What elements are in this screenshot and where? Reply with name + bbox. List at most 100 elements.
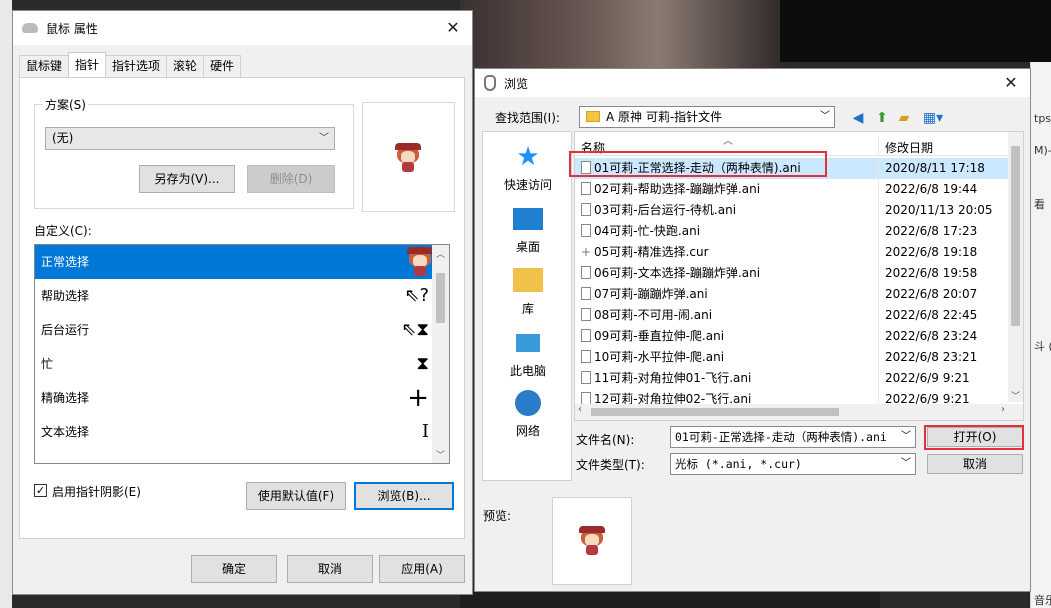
file-row[interactable]: 04可莉-忙-快跑.ani 2022/6/8 17:23 bbox=[575, 221, 1009, 242]
place-network[interactable]: 网络 bbox=[483, 390, 573, 439]
cancel-button[interactable]: 取消 bbox=[287, 555, 373, 583]
file-row[interactable]: 09可莉-垂直拉伸-爬.ani 2022/6/8 23:24 bbox=[575, 326, 1009, 347]
title-bar: 浏览 ✕ bbox=[475, 69, 1030, 97]
look-in-label: 查找范围(I): bbox=[495, 111, 560, 125]
file-list-vscroll[interactable]: ﹀ bbox=[1008, 132, 1023, 402]
background-photo bbox=[460, 0, 790, 70]
scroll-up-icon[interactable]: ︿ bbox=[432, 247, 449, 260]
filetype-value: 光标 (*.ani, *.cur) bbox=[675, 457, 802, 471]
file-list-hscroll[interactable]: ‹ › bbox=[575, 404, 1023, 420]
title-bar: 鼠标 属性 ✕ bbox=[13, 11, 472, 45]
cursor-item-label: 后台运行 bbox=[41, 323, 90, 337]
scroll-right-icon[interactable]: › bbox=[1001, 404, 1005, 415]
file-name-text: 05可莉-精准选择.cur bbox=[594, 245, 709, 259]
place-desktop[interactable]: 桌面 bbox=[483, 204, 573, 255]
file-row[interactable]: 07可莉-蹦蹦炸弹.ani 2022/6/8 20:07 bbox=[575, 284, 1009, 305]
file-row[interactable]: 11可莉-对角拉伸01-飞行.ani 2022/6/9 9:21 bbox=[575, 368, 1009, 389]
filename-label: 文件名(N): bbox=[576, 433, 635, 447]
file-date: 2022/6/8 19:58 bbox=[885, 266, 978, 280]
cancel-button[interactable]: 取消 bbox=[927, 454, 1023, 474]
up-folder-icon[interactable]: ⬆ bbox=[873, 109, 891, 127]
file-name: 07可莉-蹦蹦炸弹.ani bbox=[581, 284, 708, 305]
mouse-properties-dialog: 鼠标 属性 ✕ 鼠标键 指针 指针选项 滚轮 硬件 方案(S) (无) ﹀ 另存… bbox=[12, 10, 473, 595]
use-default-button[interactable]: 使用默认值(F) bbox=[246, 482, 346, 510]
tab-pointer-options[interactable]: 指针选项 bbox=[105, 55, 168, 77]
tab-wheel[interactable]: 滚轮 bbox=[166, 55, 205, 77]
file-row[interactable]: 10可莉-水平拉伸-爬.ani 2022/6/8 23:21 bbox=[575, 347, 1009, 368]
highlight-box-selected-file bbox=[569, 151, 827, 177]
background-right-window: tps: M)-I 看 斗 (E 音乐 bbox=[1030, 62, 1051, 608]
file-date: 2022/6/8 19:44 bbox=[885, 182, 978, 196]
file-name: 08可莉-不可用-闹.ani bbox=[581, 305, 712, 326]
close-button[interactable]: ✕ bbox=[1000, 72, 1022, 94]
place-label: 网络 bbox=[515, 424, 540, 438]
chevron-down-icon: ﹀ bbox=[901, 458, 911, 469]
file-name: 06可莉-文本选择-蹦蹦炸弹.ani bbox=[581, 263, 760, 284]
hourglass-icon: ⧗ bbox=[416, 353, 429, 374]
list-item[interactable]: 正常选择 bbox=[35, 245, 449, 279]
mouse-icon bbox=[22, 23, 38, 33]
save-as-button[interactable]: 另存为(V)... bbox=[139, 165, 235, 193]
tab-pointers[interactable]: 指针 bbox=[68, 52, 107, 77]
file-row[interactable]: 06可莉-文本选择-蹦蹦炸弹.ani 2022/6/8 19:58 bbox=[575, 263, 1009, 284]
list-item[interactable]: 忙 ⧗ bbox=[35, 347, 449, 381]
filetype-label: 文件类型(T): bbox=[576, 458, 645, 472]
chevron-down-icon: ﹀ bbox=[319, 133, 329, 144]
view-menu-icon[interactable]: ▦▾ bbox=[919, 109, 947, 127]
crosshair-file-icon: + bbox=[581, 245, 592, 259]
places-bar: ★ 快速访问 桌面 库 此电脑 网络 bbox=[482, 131, 572, 481]
place-label: 此电脑 bbox=[509, 364, 546, 378]
file-date: 2022/6/9 9:21 bbox=[885, 371, 970, 385]
place-label: 库 bbox=[521, 302, 534, 316]
list-scrollbar[interactable]: ︿ ﹀ bbox=[432, 245, 449, 463]
list-item[interactable]: 精确选择 + bbox=[35, 381, 449, 415]
scroll-thumb[interactable] bbox=[436, 273, 445, 323]
new-folder-icon[interactable]: ▰ bbox=[895, 109, 913, 127]
tab-buttons[interactable]: 鼠标键 bbox=[19, 55, 70, 77]
pointer-shadow-label: 启用指针阴影(E) bbox=[52, 485, 141, 499]
list-item[interactable]: 帮助选择 ⇖? bbox=[35, 279, 449, 313]
chevron-down-icon: ﹀ bbox=[901, 431, 911, 442]
file-row[interactable]: 03可莉-后台运行-待机.ani 2020/11/13 20:05 bbox=[575, 200, 1009, 221]
browse-button[interactable]: 浏览(B)... bbox=[354, 482, 454, 510]
back-icon[interactable]: ◀ bbox=[849, 109, 867, 127]
scheme-select[interactable]: (无) ﹀ bbox=[45, 127, 335, 150]
scroll-left-icon[interactable]: ‹ bbox=[578, 404, 582, 415]
scroll-down-icon[interactable]: ﹀ bbox=[432, 448, 449, 461]
app-icon bbox=[484, 75, 496, 91]
delete-button[interactable]: 删除(D) bbox=[247, 165, 335, 193]
filetype-select[interactable]: 光标 (*.ani, *.cur) ﹀ bbox=[670, 453, 916, 475]
preview-label: 预览: bbox=[483, 509, 512, 523]
file-row[interactable]: +05可莉-精准选择.cur 2022/6/8 19:18 bbox=[575, 242, 1009, 263]
scroll-thumb[interactable] bbox=[1011, 146, 1020, 326]
file-date: 2022/6/8 22:45 bbox=[885, 308, 978, 322]
filename-input[interactable]: 01可莉-正常选择-走动（两种表情).ani ﹀ bbox=[670, 426, 916, 448]
apply-button[interactable]: 应用(A) bbox=[379, 555, 465, 583]
place-this-pc[interactable]: 此电脑 bbox=[483, 328, 573, 379]
column-header-date[interactable]: 修改日期 bbox=[885, 139, 933, 156]
bg-text: 看 bbox=[1034, 198, 1045, 211]
file-date: 2022/6/8 23:21 bbox=[885, 350, 978, 364]
close-button[interactable]: ✕ bbox=[442, 17, 464, 39]
look-in-select[interactable]: A 原神 可莉-指针文件 ﹀ bbox=[579, 106, 835, 128]
tab-hardware[interactable]: 硬件 bbox=[203, 55, 242, 77]
file-row[interactable]: 08可莉-不可用-闹.ani 2022/6/8 22:45 bbox=[575, 305, 1009, 326]
pointer-shadow-checkbox[interactable]: ✓ bbox=[34, 484, 47, 497]
file-row[interactable]: 02可莉-帮助选择-蹦蹦炸弹.ani 2022/6/8 19:44 bbox=[575, 179, 1009, 200]
scroll-thumb[interactable] bbox=[591, 408, 839, 416]
scheme-label: 方案(S) bbox=[43, 96, 88, 113]
file-name-text: 10可莉-水平拉伸-爬.ani bbox=[594, 350, 725, 364]
file-name: +05可莉-精准选择.cur bbox=[581, 242, 709, 263]
scroll-down-icon[interactable]: ﹀ bbox=[1008, 389, 1023, 402]
folder-icon bbox=[586, 111, 600, 122]
cursor-list[interactable]: 正常选择 帮助选择 ⇖? 后台运行 ⇖⧗ 忙 ⧗ 精确选择 + 文本选择 I ︿… bbox=[34, 244, 450, 464]
file-name: 03可莉-后台运行-待机.ani bbox=[581, 200, 736, 221]
place-libraries[interactable]: 库 bbox=[483, 266, 573, 317]
file-name-text: 04可莉-忙-快跑.ani bbox=[594, 224, 701, 238]
list-item[interactable]: 文本选择 I bbox=[35, 415, 449, 449]
desktop-icon bbox=[513, 208, 543, 230]
list-item[interactable]: 后台运行 ⇖⧗ bbox=[35, 313, 449, 347]
place-quick-access[interactable]: ★ 快速访问 bbox=[483, 142, 573, 193]
ok-button[interactable]: 确定 bbox=[191, 555, 277, 583]
background-left-window bbox=[0, 0, 12, 608]
